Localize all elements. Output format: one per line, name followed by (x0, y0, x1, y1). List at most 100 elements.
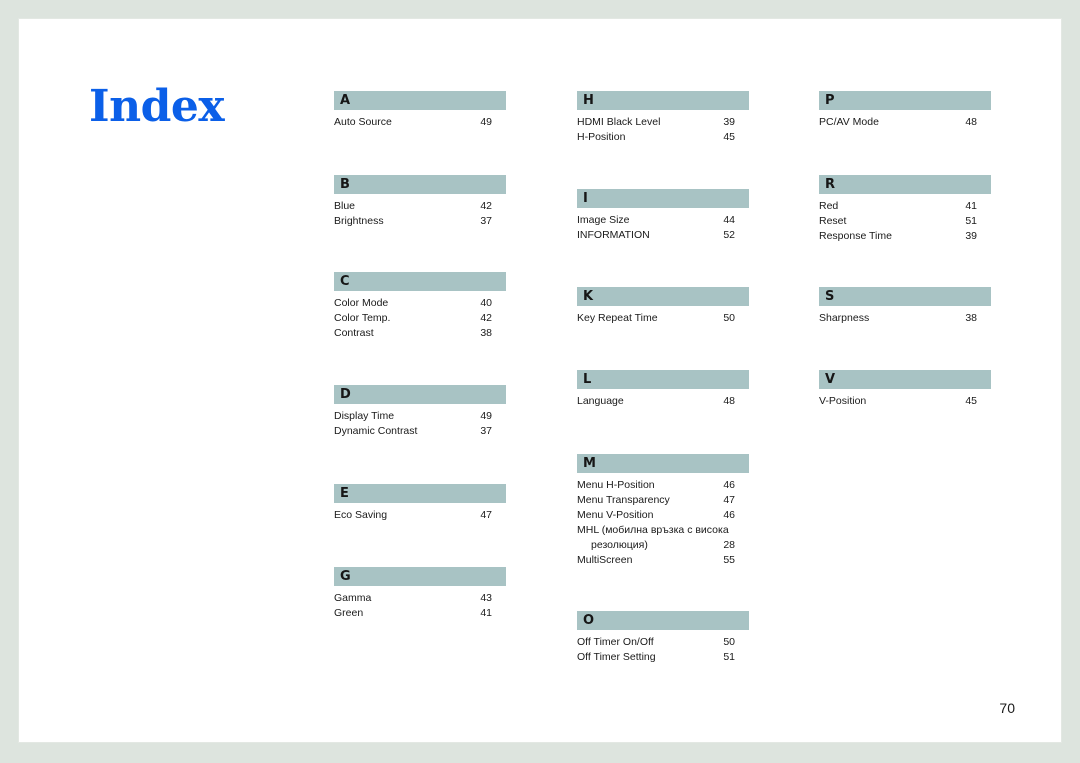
index-entry-list: Sharpness 38 (819, 306, 991, 326)
index-entry-page: 37 (480, 425, 492, 437)
index-entry-label: MultiScreen (577, 554, 633, 566)
index-entry-page: 49 (480, 410, 492, 422)
index-section-p: P PC/AV Mode 48 (819, 91, 991, 130)
index-entry-page: 45 (723, 131, 735, 143)
index-entry-label: Eco Saving (334, 509, 388, 521)
index-entry[interactable]: H-Position 45 (577, 130, 749, 145)
index-entry[interactable]: Green 41 (334, 606, 506, 621)
index-entry-page: 43 (480, 592, 492, 604)
index-section-r: R Red 41 Reset 51 Response Time 39 (819, 175, 991, 244)
index-entry[interactable]: Sharpness 38 (819, 311, 991, 326)
index-entry-label: резолюция) (591, 539, 648, 551)
index-entry-list: Blue 42 Brightness 37 (334, 194, 506, 229)
index-entry-page: 47 (480, 509, 492, 521)
index-entry-label: Sharpness (819, 312, 870, 324)
section-letter-heading: V (819, 370, 991, 389)
index-entry-page: 42 (480, 312, 492, 324)
index-entry[interactable]: Off Timer On/Off 50 (577, 635, 749, 650)
index-entry[interactable]: Key Repeat Time 50 (577, 311, 749, 326)
section-letter-heading: I (577, 189, 749, 208)
index-entry[interactable]: INFORMATION 52 (577, 228, 749, 243)
section-letter-heading: K (577, 287, 749, 306)
index-entry[interactable]: Blue 42 (334, 199, 506, 214)
index-entry-page: 48 (723, 395, 735, 407)
index-section-h: H HDMI Black Level 39 H-Position 45 (577, 91, 749, 145)
section-letter-heading: A (334, 91, 506, 110)
index-section-s: S Sharpness 38 (819, 287, 991, 326)
index-entry-list: Gamma 43 Green 41 (334, 586, 506, 621)
index-entry-label: Off Timer Setting (577, 651, 656, 663)
index-entry[interactable]: Reset 51 (819, 214, 991, 229)
index-section-k: K Key Repeat Time 50 (577, 287, 749, 326)
index-entry[interactable]: Color Mode 40 (334, 296, 506, 311)
index-entry-page: 50 (723, 312, 735, 324)
index-entry-label: H-Position (577, 131, 626, 143)
index-entry-list: Language 48 (577, 389, 749, 409)
index-entry[interactable]: MultiScreen 55 (577, 553, 749, 568)
index-entry-page: 48 (965, 116, 977, 128)
index-entry[interactable]: Brightness 37 (334, 214, 506, 229)
index-entry-page: 38 (480, 327, 492, 339)
index-entry-label: Off Timer On/Off (577, 636, 654, 648)
index-entry[interactable]: Menu H-Position 46 (577, 478, 749, 493)
index-entry-list: Auto Source 49 (334, 110, 506, 130)
index-entry-label: V-Position (819, 395, 867, 407)
index-entry-page: 46 (723, 509, 735, 521)
index-entry-label: HDMI Black Level (577, 116, 661, 128)
index-entry-list: Eco Saving 47 (334, 503, 506, 523)
section-letter-heading: D (334, 385, 506, 404)
index-entry[interactable]: PC/AV Mode 48 (819, 115, 991, 130)
index-entry[interactable]: Display Time 49 (334, 409, 506, 424)
index-entry[interactable]: MHL (мобилна връзка с висока (577, 523, 749, 538)
index-entry-label: Response Time (819, 230, 892, 242)
index-entry[interactable]: Gamma 43 (334, 591, 506, 606)
index-entry[interactable]: HDMI Black Level 39 (577, 115, 749, 130)
index-entry-page: 51 (965, 215, 977, 227)
index-entry-page: 28 (723, 539, 735, 551)
index-entry-label: Auto Source (334, 116, 392, 128)
index-entry-label: MHL (мобилна връзка с висока (577, 524, 729, 536)
index-entry[interactable]: Off Timer Setting 51 (577, 650, 749, 665)
index-section-d: D Display Time 49 Dynamic Contrast 37 (334, 385, 506, 439)
index-entry-page: 46 (723, 479, 735, 491)
index-entry-page: 45 (965, 395, 977, 407)
section-letter-heading: H (577, 91, 749, 110)
index-entry[interactable]: Dynamic Contrast 37 (334, 424, 506, 439)
section-letter-heading: C (334, 272, 506, 291)
index-entry[interactable]: Response Time 39 (819, 229, 991, 244)
index-entry-page: 49 (480, 116, 492, 128)
index-entry[interactable]: V-Position 45 (819, 394, 991, 409)
index-entry-list: Color Mode 40 Color Temp. 42 Contrast 38 (334, 291, 506, 341)
index-entry[interactable]: Eco Saving 47 (334, 508, 506, 523)
index-entry-label: PC/AV Mode (819, 116, 879, 128)
index-entry-page: 44 (723, 214, 735, 226)
index-entry[interactable]: Image Size 44 (577, 213, 749, 228)
index-entry-list: HDMI Black Level 39 H-Position 45 (577, 110, 749, 145)
index-entry-list: V-Position 45 (819, 389, 991, 409)
section-letter-heading: O (577, 611, 749, 630)
index-section-a: A Auto Source 49 (334, 91, 506, 130)
index-section-v: V V-Position 45 (819, 370, 991, 409)
index-entry[interactable]: Menu V-Position 46 (577, 508, 749, 523)
index-entry-label: INFORMATION (577, 229, 650, 241)
page-number: 70 (999, 700, 1015, 716)
index-entry[interactable]: Contrast 38 (334, 326, 506, 341)
document-page: Index A Auto Source 49 B Blue 42 Brightness 37 C… (18, 18, 1062, 743)
index-entry-page: 40 (480, 297, 492, 309)
index-entry-list: Key Repeat Time 50 (577, 306, 749, 326)
index-entry-label: Language (577, 395, 624, 407)
index-entry[interactable]: резолюция) 28 (577, 538, 749, 553)
section-letter-heading: P (819, 91, 991, 110)
index-entry[interactable]: Red 41 (819, 199, 991, 214)
section-letter-heading: E (334, 484, 506, 503)
index-entry-label: Menu H-Position (577, 479, 655, 491)
index-entry[interactable]: Menu Transparency 47 (577, 493, 749, 508)
index-entry-page: 55 (723, 554, 735, 566)
index-section-b: B Blue 42 Brightness 37 (334, 175, 506, 229)
index-entry-list: Red 41 Reset 51 Response Time 39 (819, 194, 991, 244)
index-entry-page: 41 (965, 200, 977, 212)
index-entry[interactable]: Auto Source 49 (334, 115, 506, 130)
index-entry[interactable]: Color Temp. 42 (334, 311, 506, 326)
index-entry-label: Blue (334, 200, 356, 212)
index-entry[interactable]: Language 48 (577, 394, 749, 409)
